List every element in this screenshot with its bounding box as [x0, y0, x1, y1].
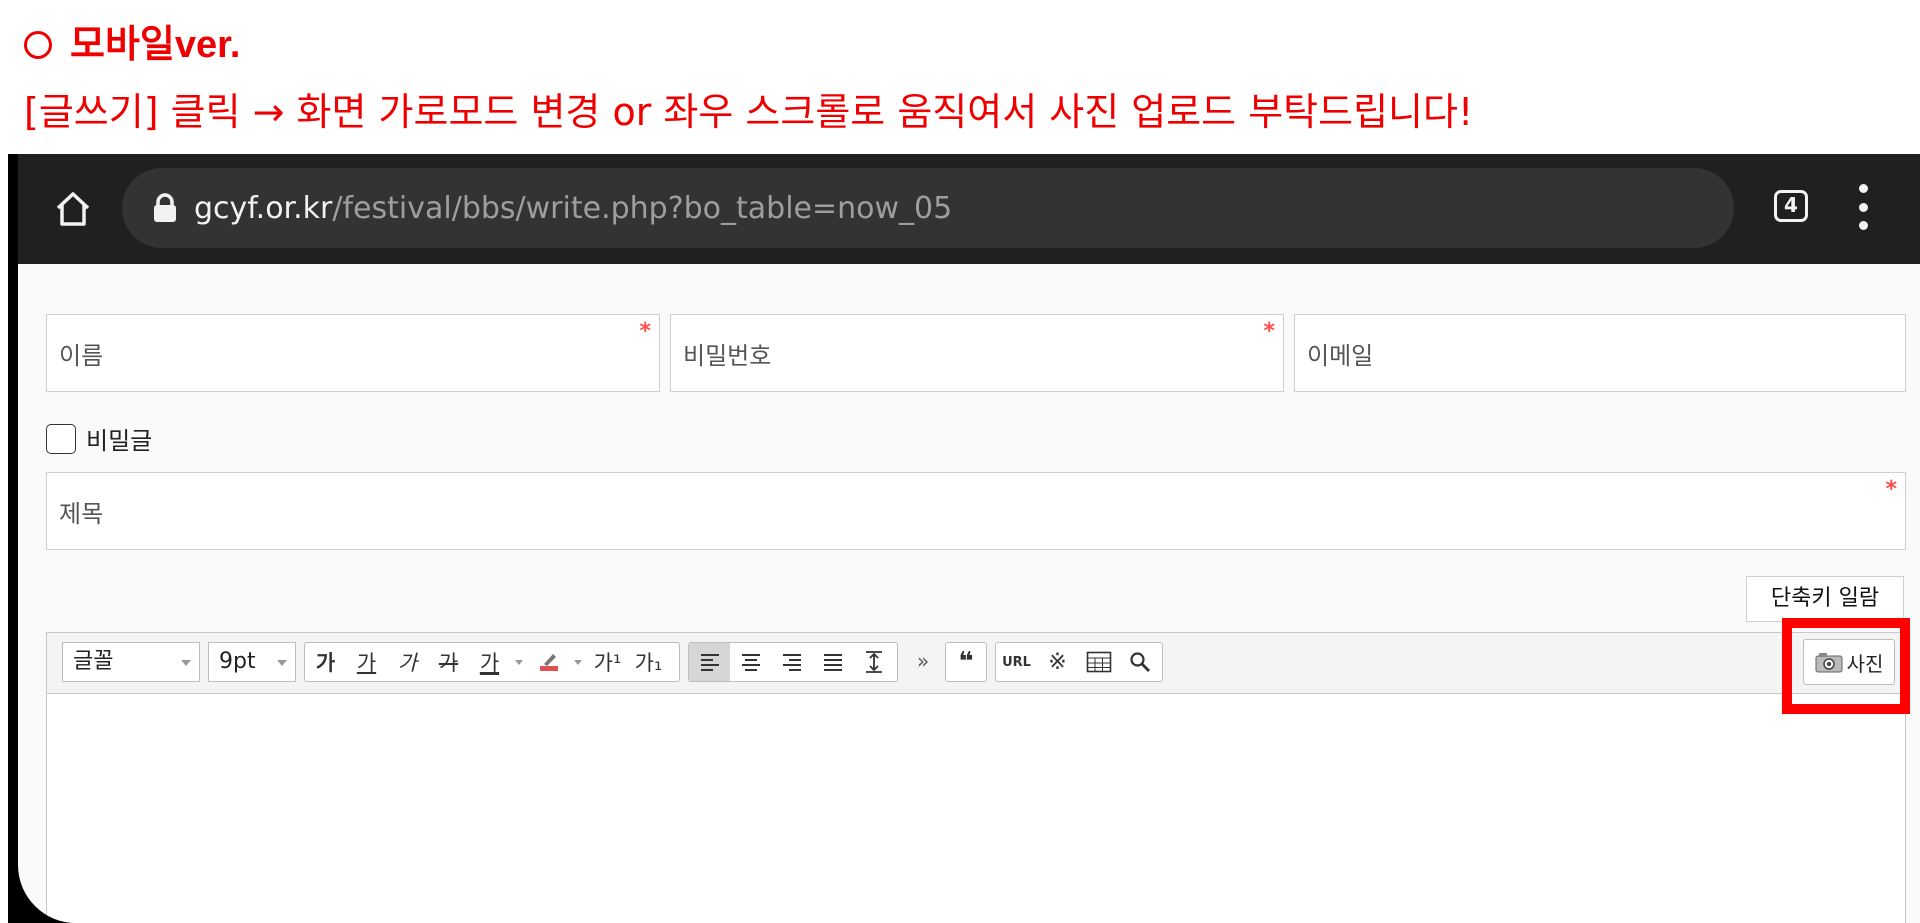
secret-checkbox[interactable] — [46, 423, 76, 454]
annotation-heading-text: 모바일ver. — [70, 24, 241, 66]
shortcut-list-button[interactable]: 단축키 일람 — [1746, 576, 1904, 622]
table-button[interactable] — [1078, 643, 1119, 681]
size-select[interactable]: 9pt — [208, 642, 296, 682]
chevron-down-icon — [515, 659, 523, 665]
line-height-button[interactable] — [853, 643, 894, 681]
italic-button[interactable]: 가 — [387, 643, 428, 681]
subject-placeholder: 제목 — [59, 499, 104, 528]
align-center-icon — [741, 654, 760, 671]
circle-icon — [24, 31, 52, 59]
text-style-group: 가 가 가 가 가 가¹ 가₁ — [304, 642, 680, 682]
browser-toolbar: gcyf.or.kr/festival/bbs/write.php?bo_tab… — [18, 154, 1920, 264]
url-text: gcyf.or.kr/festival/bbs/write.php?bo_tab… — [194, 191, 952, 226]
underline-button[interactable]: 가 — [346, 643, 387, 681]
font-color-button[interactable]: 가 — [469, 643, 510, 681]
superscript-button[interactable]: 가¹ — [587, 643, 628, 681]
asterisk-icon: ※ — [1048, 649, 1067, 675]
address-bar[interactable]: gcyf.or.kr/festival/bbs/write.php?bo_tab… — [122, 168, 1734, 248]
quote-button[interactable]: ❝ — [946, 643, 986, 681]
lock-icon — [152, 193, 178, 223]
table-icon — [1086, 651, 1111, 673]
insert-group: URL ※ — [995, 642, 1163, 682]
required-mark: * — [1263, 319, 1275, 344]
align-left-button[interactable] — [689, 643, 730, 681]
password-field[interactable]: 비밀번호 * — [670, 314, 1284, 392]
align-justify-button[interactable] — [812, 643, 853, 681]
font-color-dropdown[interactable] — [510, 643, 528, 681]
email-field[interactable]: 이메일 — [1294, 314, 1906, 392]
highlighter-icon — [539, 654, 558, 671]
find-button[interactable] — [1119, 643, 1160, 681]
align-group — [688, 642, 898, 682]
subscript-button[interactable]: 가₁ — [628, 643, 669, 681]
url-path: /festival/bbs/write.php?bo_table=now_05 — [332, 190, 953, 226]
url-host: gcyf.or.kr — [194, 190, 333, 226]
email-placeholder: 이메일 — [1307, 341, 1374, 370]
content-editor[interactable]: 글꼴 9pt 가 가 가 가 가 가¹ 가₁ » ❝ URL ※ 사진 — [46, 632, 1906, 923]
size-select-value: 9pt — [219, 649, 256, 674]
tabs-icon[interactable]: 4 — [1774, 190, 1808, 222]
phone-frame: gcyf.or.kr/festival/bbs/write.php?bo_tab… — [8, 154, 1920, 923]
chevron-down-icon — [181, 660, 191, 666]
secret-label: 비밀글 — [86, 427, 153, 455]
subject-field[interactable]: 제목 * — [46, 472, 1906, 550]
align-right-icon — [782, 654, 801, 671]
write-page: 이름 * 비밀번호 * 이메일 비밀글 제목 * 단축키 일람 글꼴 9pt 가… — [18, 264, 1920, 923]
font-select-value: 글꼴 — [73, 649, 114, 674]
bold-button[interactable]: 가 — [305, 643, 346, 681]
font-select[interactable]: 글꼴 — [62, 642, 200, 682]
phone-screen: gcyf.or.kr/festival/bbs/write.php?bo_tab… — [18, 154, 1920, 923]
quote-group: ❝ — [945, 642, 987, 682]
align-justify-icon — [823, 654, 842, 671]
annotation-highlight-box — [1782, 618, 1910, 714]
name-field[interactable]: 이름 * — [46, 314, 660, 392]
highlight-color-button[interactable] — [528, 643, 569, 681]
strikethrough-button[interactable]: 가 — [428, 643, 469, 681]
secret-option[interactable]: 비밀글 — [46, 421, 152, 456]
name-placeholder: 이름 — [59, 341, 104, 370]
link-button[interactable]: URL — [996, 643, 1037, 681]
chevron-down-icon — [277, 660, 287, 666]
required-mark: * — [639, 319, 651, 344]
more-vertical-icon[interactable] — [1848, 184, 1878, 230]
align-center-button[interactable] — [730, 643, 771, 681]
special-char-button[interactable]: ※ — [1037, 643, 1078, 681]
required-mark: * — [1885, 477, 1897, 502]
editor-toolbar: 글꼴 9pt 가 가 가 가 가 가¹ 가₁ » ❝ URL ※ 사진 — [47, 633, 1905, 694]
highlight-color-dropdown[interactable] — [569, 643, 587, 681]
chevron-down-icon — [574, 659, 582, 665]
home-icon — [56, 192, 90, 226]
home-button[interactable] — [46, 182, 100, 236]
search-icon — [1129, 652, 1150, 672]
annotation-instruction: [글쓰기] 클릭 → 화면 가로모드 변경 or 좌우 스크롤로 움직여서 사진… — [24, 90, 1474, 134]
align-right-button[interactable] — [771, 643, 812, 681]
line-height-icon — [865, 651, 882, 673]
annotation-heading: 모바일ver. — [24, 22, 240, 68]
password-placeholder: 비밀번호 — [683, 341, 772, 370]
align-left-icon — [700, 654, 719, 671]
more-tools-icon[interactable]: » — [917, 649, 929, 673]
